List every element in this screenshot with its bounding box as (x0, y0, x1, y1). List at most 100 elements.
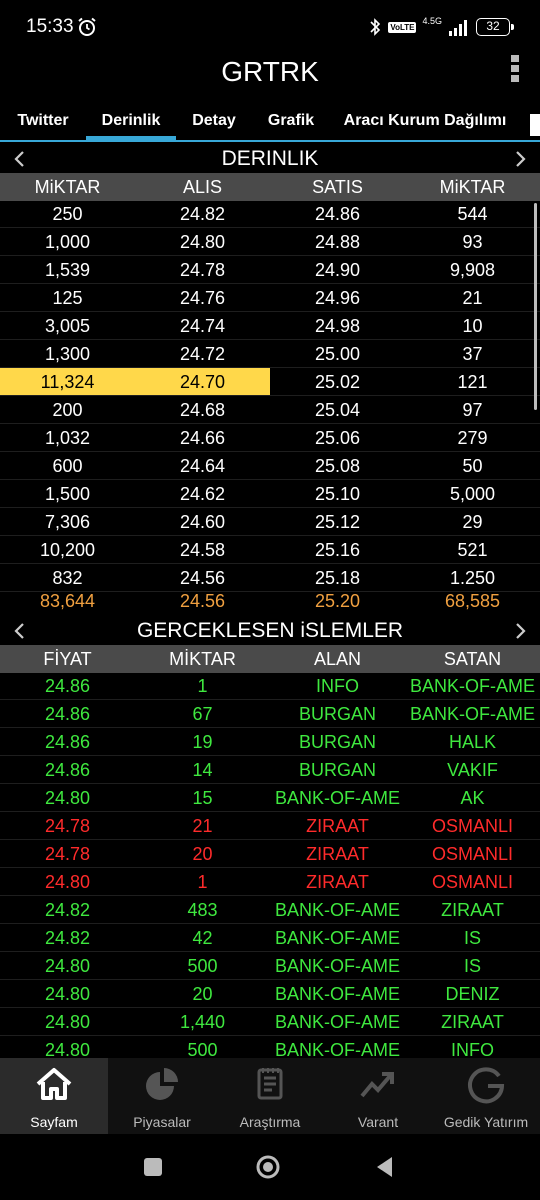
trade-buyer: BANK-OF-AME (274, 900, 400, 920)
bottom-nav: Sayfam Piyasalar Araştırma Varant Gedik … (0, 1058, 540, 1134)
nav-arastirma[interactable]: Araştırma (216, 1058, 324, 1134)
depth-row[interactable]: 1,032 24.66 25.06 279 (0, 424, 540, 452)
tab-twitter[interactable]: Twitter (6, 108, 80, 140)
bid-qty: 3,005 (44, 316, 91, 336)
ask-price: 24.96 (314, 288, 361, 308)
nav-varant[interactable]: Varant (324, 1058, 432, 1134)
bluetooth-icon (370, 18, 381, 36)
bid-qty: 250 (52, 204, 83, 224)
col-ask-qty: MiKTAR (439, 177, 506, 197)
depth-row[interactable]: 7,306 24.60 25.12 29 (0, 508, 540, 536)
trade-price: 24.86 (44, 704, 91, 724)
depth-next-button[interactable] (506, 144, 536, 174)
trade-row[interactable]: 24.86 1 INFO BANK-OF-AME (0, 672, 540, 700)
ask-price: 25.04 (314, 400, 361, 420)
trade-row[interactable]: 24.86 19 BURGAN HALK (0, 728, 540, 756)
home-button-icon[interactable] (255, 1154, 281, 1180)
trades-next-button[interactable] (506, 616, 536, 646)
trade-seller: ZIRAAT (441, 1012, 504, 1032)
recent-apps-icon[interactable] (140, 1154, 166, 1180)
trade-row[interactable]: 24.86 14 BURGAN VAKIF (0, 756, 540, 784)
ask-price: 25.10 (314, 484, 361, 504)
trade-row[interactable]: 24.78 21 ZIRAAT OSMANLI (0, 812, 540, 840)
more-options-icon[interactable] (510, 53, 520, 85)
depth-row[interactable]: 1,500 24.62 25.10 5,000 (0, 480, 540, 508)
page-title: GRTRK (221, 56, 319, 87)
depth-row[interactable]: 10,200 24.58 25.16 521 (0, 536, 540, 564)
tab-grafik[interactable]: Grafik (258, 108, 324, 140)
status-time: 15:33 (26, 16, 74, 37)
tab-derinlik[interactable]: Derinlik (86, 108, 176, 140)
col-ask-price: SATIS (312, 177, 363, 197)
trade-buyer: BANK-OF-AME (274, 956, 400, 976)
trade-qty: 1 (197, 872, 208, 892)
trade-buyer: BURGAN (298, 732, 376, 752)
ask-price: 25.00 (314, 344, 361, 364)
trade-qty: 483 (187, 900, 218, 920)
depth-column-header: MiKTAR ALIS SATIS MiKTAR (0, 173, 540, 201)
bid-price: 24.78 (179, 260, 226, 280)
bid-qty: 125 (52, 288, 83, 308)
depth-row[interactable]: 600 24.64 25.08 50 (0, 452, 540, 480)
bid-price: 24.60 (179, 512, 226, 532)
trade-seller: HALK (448, 732, 497, 752)
nav-gedik[interactable]: Gedik Yatırım (432, 1058, 540, 1134)
ask-qty: 10 (462, 316, 483, 336)
trade-row[interactable]: 24.82 42 BANK-OF-AME IS (0, 924, 540, 952)
trade-price: 24.86 (44, 760, 91, 780)
trade-row[interactable]: 24.80 1 ZIRAAT OSMANLI (0, 868, 540, 896)
nav-piyasalar[interactable]: Piyasalar (108, 1058, 216, 1134)
ask-qty: 37 (462, 344, 483, 364)
depth-row[interactable]: 832 24.56 25.18 1.250 (0, 564, 540, 592)
depth-prev-button[interactable] (4, 144, 34, 174)
chevron-right-icon (516, 151, 526, 167)
depth-scrollbar[interactable] (534, 203, 537, 410)
trade-row[interactable]: 24.80 500 BANK-OF-AME IS (0, 952, 540, 980)
bid-qty: 10,200 (39, 540, 96, 560)
trade-row[interactable]: 24.82 483 BANK-OF-AME ZIRAAT (0, 896, 540, 924)
depth-row[interactable]: 11,324 24.70 25.02 121 (0, 368, 540, 396)
ask-qty: 29 (462, 512, 483, 532)
tab-araci-kurum[interactable]: Aracı Kurum Dağılımı (340, 108, 510, 140)
trade-row[interactable]: 24.80 20 BANK-OF-AME DENIZ (0, 980, 540, 1008)
depth-row[interactable]: 1,539 24.78 24.90 9,908 (0, 256, 540, 284)
col-bid-qty: MiKTAR (34, 177, 101, 197)
depth-row[interactable]: 1,300 24.72 25.00 37 (0, 340, 540, 368)
nav-label: Piyasalar (133, 1114, 191, 1130)
trade-price: 24.82 (44, 900, 91, 920)
tab-detay[interactable]: Detay (184, 108, 244, 140)
depth-table[interactable]: 250 24.82 24.86 544 1,000 24.80 24.88 93 1,539 24… (0, 200, 540, 592)
bid-price: 24.70 (135, 368, 270, 395)
trade-price: 24.80 (44, 984, 91, 1004)
ask-qty: 279 (457, 428, 488, 448)
bid-price: 24.64 (179, 456, 226, 476)
trades-title: GERCEKLESEN iSLEMLER (136, 619, 404, 642)
depth-row[interactable]: 1,000 24.80 24.88 93 (0, 228, 540, 256)
trades-prev-button[interactable] (4, 616, 34, 646)
depth-row[interactable]: 3,005 24.74 24.98 10 (0, 312, 540, 340)
ask-price: 25.06 (314, 428, 361, 448)
depth-row[interactable]: 250 24.82 24.86 544 (0, 200, 540, 228)
back-icon[interactable] (372, 1154, 398, 1180)
nav-sayfam[interactable]: Sayfam (0, 1058, 108, 1134)
nav-label: Araştırma (239, 1114, 301, 1130)
total-bid-price: 24.56 (179, 591, 226, 611)
trade-price: 24.78 (44, 844, 91, 864)
trade-row[interactable]: 24.78 20 ZIRAAT OSMANLI (0, 840, 540, 868)
bid-price: 24.76 (179, 288, 226, 308)
trade-qty: 1 (197, 676, 208, 696)
depth-section-header: DERINLIK (0, 144, 540, 174)
trade-price: 24.82 (44, 928, 91, 948)
depth-row[interactable]: 200 24.68 25.04 97 (0, 396, 540, 424)
trade-seller: VAKIF (447, 760, 498, 780)
bid-qty: 1,032 (44, 428, 91, 448)
ask-price: 24.98 (314, 316, 361, 336)
trade-row[interactable]: 24.86 67 BURGAN BANK-OF-AME (0, 700, 540, 728)
gedik-logo-icon (468, 1067, 505, 1104)
trade-row[interactable]: 24.80 1,440 BANK-OF-AME ZIRAAT (0, 1008, 540, 1036)
bid-qty: 1,300 (44, 344, 91, 364)
trade-row[interactable]: 24.80 15 BANK-OF-AME AK (0, 784, 540, 812)
trades-table[interactable]: 24.86 1 INFO BANK-OF-AME 24.86 67 BURGAN BANK-O… (0, 672, 540, 1064)
depth-row[interactable]: 125 24.76 24.96 21 (0, 284, 540, 312)
bid-price: 24.66 (179, 428, 226, 448)
